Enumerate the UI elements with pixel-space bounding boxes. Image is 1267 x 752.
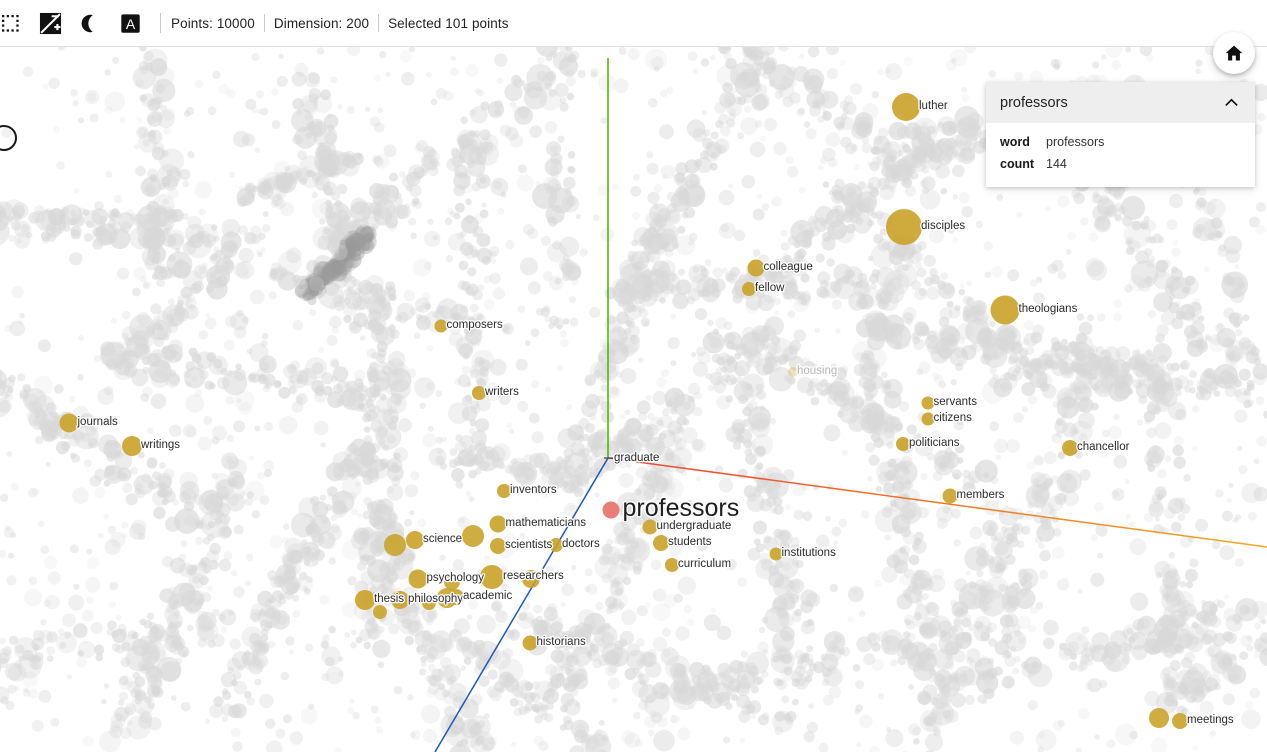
point-label-meetings[interactable]: meetings	[1187, 714, 1234, 727]
selected-point[interactable]	[462, 525, 484, 547]
point-label-members[interactable]: members	[957, 489, 1005, 502]
info-row-value: 144	[1046, 157, 1067, 171]
stat-divider-1	[263, 14, 265, 32]
selected-point-historians[interactable]	[522, 635, 538, 651]
point-label-curriculum[interactable]: curriculum	[678, 558, 731, 571]
point-label-housing[interactable]: housing	[797, 365, 837, 378]
point-label-politicians[interactable]: politicians	[909, 437, 960, 450]
toolbar-stats: Points: 10000 Dimension: 200 Selected 10…	[171, 14, 509, 32]
home-button[interactable]	[1213, 32, 1255, 74]
toolbar-divider	[160, 13, 161, 33]
selected-point-theologians[interactable]	[990, 295, 1020, 325]
point-label-science[interactable]: science	[423, 533, 462, 546]
point-label-writers[interactable]: writers	[485, 386, 519, 399]
point-label-mathematicians[interactable]: mathematicians	[506, 517, 587, 530]
point-label-colleague[interactable]: colleague	[764, 261, 813, 274]
stat-selected: Selected 101 points	[388, 15, 509, 31]
selected-point-politicians[interactable]	[896, 437, 910, 451]
selected-point-meetings[interactable]	[1172, 713, 1188, 729]
selected-point[interactable]	[1149, 708, 1169, 728]
selected-point-luther[interactable]	[892, 93, 920, 121]
selected-point-fellow[interactable]	[742, 282, 756, 296]
point-label-writings[interactable]: writings	[141, 439, 180, 452]
image-add-glyph	[39, 12, 61, 34]
night-mode-icon[interactable]	[74, 7, 106, 39]
point-label-doctors[interactable]: doctors	[562, 538, 600, 551]
info-row-count: count 144	[986, 153, 1255, 175]
point-label-philosophy[interactable]: philosophy	[408, 593, 463, 606]
point-label-thesis[interactable]: thesis	[374, 593, 404, 606]
point-label-inventors[interactable]: inventors	[510, 484, 557, 497]
selected-point-science[interactable]	[406, 531, 424, 549]
point-label-psychology[interactable]: psychology	[427, 572, 485, 585]
svg-text:A: A	[125, 16, 135, 32]
selected-point-writers[interactable]	[472, 386, 486, 400]
selected-point-writings[interactable]	[122, 436, 142, 456]
info-row-value: professors	[1046, 135, 1105, 149]
selected-point-journals[interactable]	[59, 413, 79, 433]
info-card-header[interactable]: professors	[986, 82, 1255, 123]
selected-point[interactable]	[373, 605, 387, 619]
labels-toggle-icon[interactable]: A	[114, 7, 146, 39]
info-row-key: count	[1000, 157, 1035, 171]
selected-point-colleague[interactable]	[747, 259, 765, 277]
info-card-body: word professors count 144	[986, 123, 1255, 187]
lasso-select-glyph	[1, 14, 19, 32]
point-label-scientists[interactable]: scientists	[505, 539, 552, 552]
scatterplot-app: A Points: 10000 Dimension: 200 Selected …	[0, 0, 1267, 752]
selected-point-professors[interactable]	[602, 501, 620, 519]
top-toolbar: A Points: 10000 Dimension: 200 Selected …	[0, 0, 1267, 47]
point-label-luther[interactable]: luther	[919, 100, 948, 113]
point-label-chancellor[interactable]: chancellor	[1077, 441, 1129, 454]
axis-label-graduate: graduate	[614, 452, 660, 464]
point-label-institutions[interactable]: institutions	[782, 547, 836, 560]
point-info-card: professors word professors count 144	[986, 82, 1255, 187]
selected-point-students[interactable]	[653, 535, 669, 551]
image-add-icon[interactable]	[34, 7, 66, 39]
point-label-disciples[interactable]: disciples	[921, 220, 965, 233]
selected-point-inventors[interactable]	[497, 484, 511, 498]
point-label-fellow[interactable]: fellow	[755, 282, 784, 295]
point-label-academic[interactable]: academic	[463, 590, 512, 603]
letter-a-box-glyph: A	[120, 13, 140, 33]
point-label-theologians[interactable]: theologians	[1019, 303, 1078, 316]
point-label-servants[interactable]: servants	[934, 396, 977, 409]
stat-dimension: Dimension: 200	[273, 15, 370, 31]
selected-point-mathematicians[interactable]	[489, 515, 507, 533]
info-row-key: word	[1000, 135, 1030, 149]
lasso-select-icon[interactable]	[0, 7, 26, 39]
point-label-students[interactable]: students	[668, 536, 711, 549]
info-card-title: professors	[1000, 94, 1068, 111]
point-label-citizens[interactable]: citizens	[934, 412, 972, 425]
selected-point-disciples[interactable]	[886, 209, 922, 245]
selected-point-scientists[interactable]	[490, 538, 506, 554]
selected-point-thesis[interactable]	[355, 590, 375, 610]
stat-divider-2	[378, 14, 380, 32]
chevron-up-icon[interactable]	[1222, 93, 1241, 112]
point-label-journals[interactable]: journals	[78, 416, 118, 429]
info-row-word: word professors	[986, 131, 1255, 153]
point-label-historians[interactable]: historians	[537, 636, 586, 649]
point-label-professors[interactable]: professors	[623, 496, 740, 521]
stat-points: Points: 10000	[171, 15, 255, 31]
selected-point[interactable]	[384, 534, 406, 556]
point-label-composers[interactable]: composers	[447, 319, 503, 332]
chevron-up-glyph	[1225, 98, 1238, 107]
home-icon	[1225, 45, 1243, 61]
point-label-undergraduate[interactable]: undergraduate	[657, 520, 732, 533]
moon-glyph	[81, 14, 93, 32]
selected-point-psychology[interactable]	[408, 569, 428, 589]
selected-point-chancellor[interactable]	[1062, 440, 1078, 456]
selected-point-curriculum[interactable]	[665, 558, 679, 572]
point-label-researchers[interactable]: researchers	[503, 570, 564, 583]
selected-point-members[interactable]	[942, 488, 958, 504]
